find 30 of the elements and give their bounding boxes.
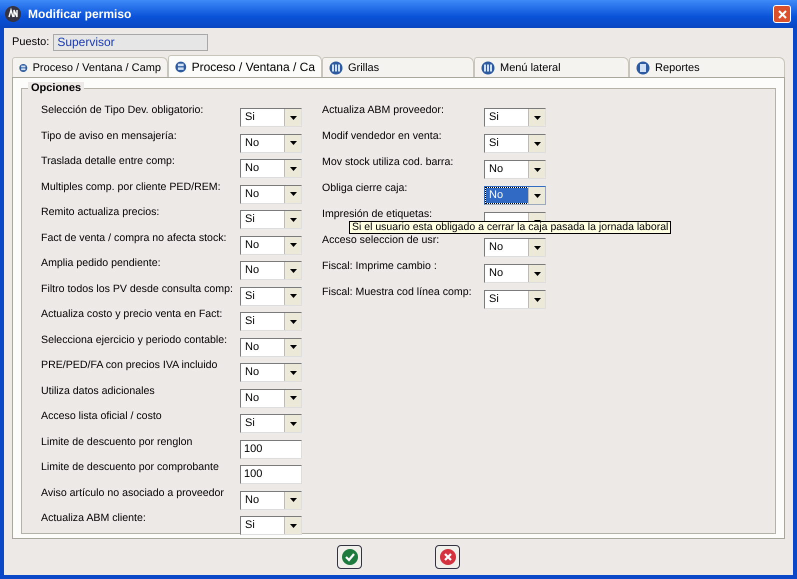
option-label: Filtro todos los PV desde consulta comp:: [41, 284, 234, 294]
option-label: Fiscal: Imprime cambio :: [322, 261, 438, 272]
option-label: Limite de descuento por comprobante: [41, 462, 220, 473]
option-label: Actualiza ABM cliente:: [41, 513, 147, 524]
option-label: Mov stock utiliza cod. barra:: [322, 157, 454, 168]
option-label: Amplia pedido pendiente:: [41, 258, 162, 269]
option-label: Selección de Tipo Dev. obligatorio:: [41, 105, 204, 116]
option-label: Acceso seleccion de usr:: [322, 235, 440, 246]
option-label: Actualiza ABM proveedor:: [322, 105, 445, 116]
option-label: Acceso lista oficial / costo: [41, 411, 163, 422]
option-label: Limite de descuento por renglon: [41, 436, 194, 448]
option-label: Actualiza costo y precio venta en Fact:: [41, 309, 224, 320]
group-title: Opciones: [28, 82, 84, 94]
option-label: Fiscal: Muestra cod línea comp:: [322, 287, 473, 298]
option-label: Multiples comp. por cliente PED/REM:: [41, 182, 222, 192]
option-label: Utiliza datos adicionales: [41, 386, 156, 396]
option-label: Selecciona ejercicio y periodo contable:: [41, 334, 228, 346]
option-label: Tipo de aviso en mensajería:: [41, 130, 178, 142]
option-label: Fact de venta / compra no afecta stock:: [41, 232, 228, 244]
option-label: Obliga cierre caja:: [322, 183, 408, 194]
option-label: Impresión de etiquetas:: [322, 209, 434, 220]
tooltip: Si el usuario esta obligado a cerrar la caja pasada la jornada laboral: [349, 221, 672, 234]
window-title: Modificar permiso: [28, 7, 132, 21]
option-label: PRE/PED/FA con precios IVA incluido: [41, 360, 218, 371]
option-label: Modif vendedor en venta:: [322, 131, 443, 142]
option-label: Traslada detalle entre comp:: [41, 156, 176, 167]
option-label: Remito actualiza precios:: [41, 207, 160, 218]
puesto-label: Puesto:: [12, 36, 50, 48]
puesto-field: Supervisor: [53, 34, 208, 50]
option-label: Aviso artículo no asociado a proveedor: [41, 488, 225, 498]
